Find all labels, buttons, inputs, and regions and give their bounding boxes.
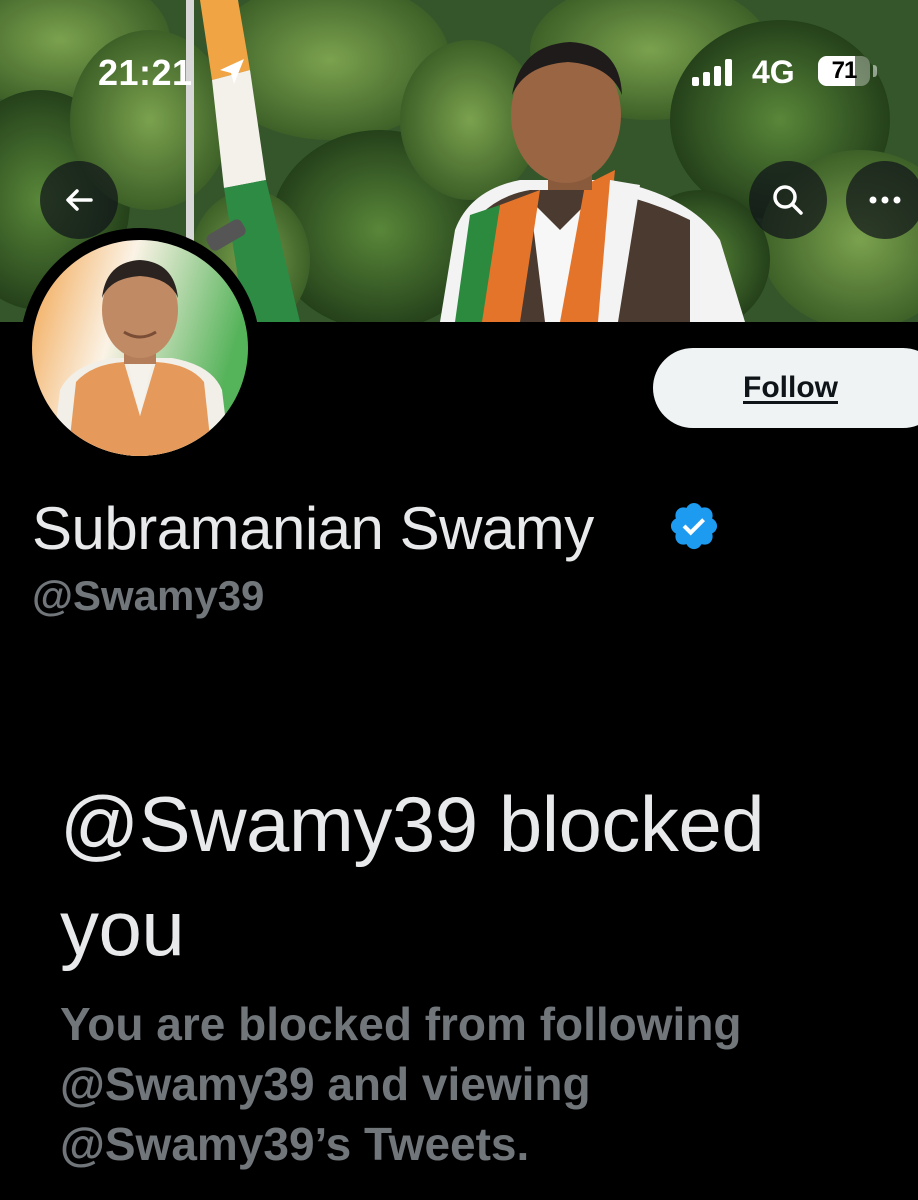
battery-icon: 71 bbox=[818, 56, 870, 86]
back-button[interactable] bbox=[40, 161, 118, 239]
profile-avatar[interactable] bbox=[20, 228, 260, 468]
display-name: Subramanian Swamy bbox=[32, 495, 594, 562]
blocked-description: You are blocked from following @Swamy39 … bbox=[60, 998, 742, 1170]
avatar-image bbox=[32, 240, 248, 456]
search-icon bbox=[773, 185, 803, 215]
profile-handle: @Swamy39 bbox=[32, 572, 265, 619]
battery-level: 71 bbox=[831, 57, 858, 84]
blocked-title: @Swamy39 blocked you bbox=[60, 780, 765, 972]
verified-badge-icon[interactable] bbox=[667, 499, 721, 553]
status-time: 21:21 bbox=[98, 52, 193, 93]
search-button[interactable] bbox=[749, 161, 827, 239]
battery-cap bbox=[873, 65, 877, 77]
signal-strength-icon bbox=[692, 58, 736, 86]
back-arrow-icon bbox=[66, 189, 93, 211]
more-button[interactable] bbox=[846, 161, 918, 239]
location-arrow-icon bbox=[220, 59, 244, 84]
follow-button[interactable]: Follow bbox=[653, 348, 918, 428]
network-type: 4G bbox=[752, 54, 795, 90]
more-icon bbox=[869, 196, 901, 204]
